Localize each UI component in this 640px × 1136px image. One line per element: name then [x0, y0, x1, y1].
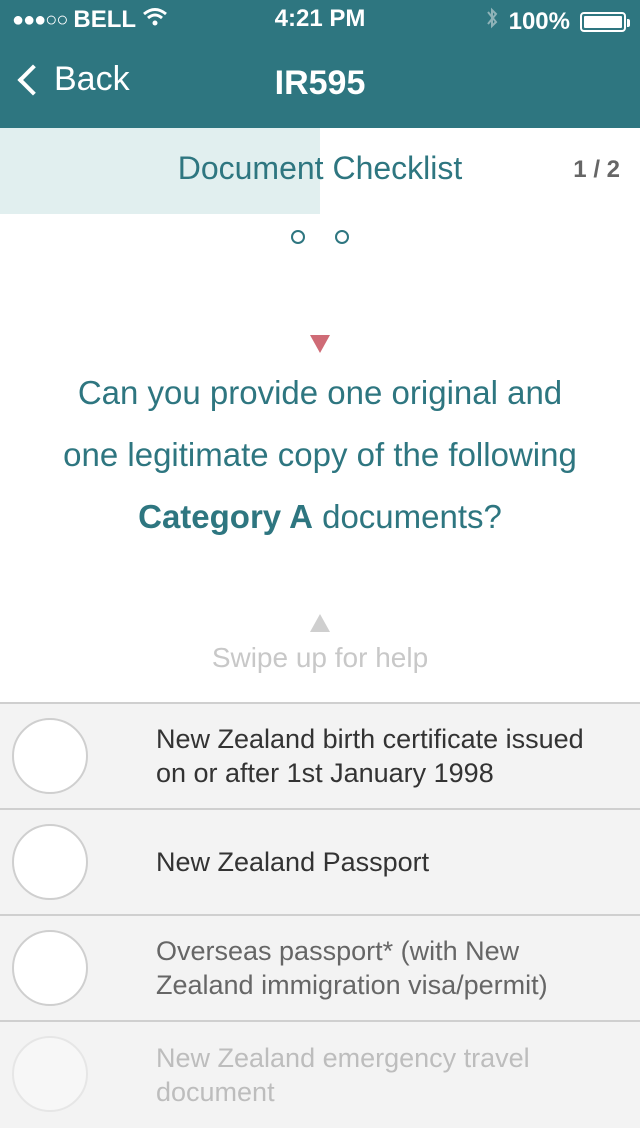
section-title: Document Checklist: [177, 150, 463, 186]
question-line-1: Can you provide one original and: [77, 374, 563, 411]
nav-bar: Back IR595: [0, 40, 640, 128]
item-label: New Zealand Passport: [156, 847, 430, 877]
question-text: Can you provide one original and one leg…: [40, 362, 600, 548]
checkbox-circle[interactable]: [12, 1036, 88, 1112]
page-dots: [0, 230, 640, 244]
down-triangle-icon: [310, 335, 330, 353]
page-dot[interactable]: [335, 230, 349, 244]
status-right: 100%: [485, 6, 630, 37]
checkbox-circle[interactable]: [12, 930, 88, 1006]
page-indicator: 1 / 2: [573, 156, 620, 183]
document-list: New Zealand birth certificate issued on …: [0, 702, 640, 1128]
battery-percent: 100%: [508, 7, 570, 35]
checkbox-circle[interactable]: [12, 718, 88, 794]
list-item[interactable]: Overseas passport* (with New Zealand imm…: [0, 916, 640, 1022]
battery-icon: [580, 11, 630, 32]
up-triangle-icon: [310, 614, 330, 632]
checklist-header: Document Checklist 1 / 2: [0, 128, 640, 214]
bluetooth-icon: [485, 6, 499, 37]
list-item[interactable]: New Zealand birth certificate issued on …: [0, 704, 640, 810]
question-line-3-rest: documents?: [312, 498, 502, 535]
top-bar: ●●●○○ BELL 4:21 PM 100% Back IR595: [0, 0, 640, 128]
status-bar: ●●●○○ BELL 4:21 PM 100%: [0, 0, 640, 40]
item-label: New Zealand emergency travel document: [156, 1043, 530, 1107]
question-emphasis: Category A: [138, 498, 313, 535]
list-item[interactable]: New Zealand Passport: [0, 810, 640, 916]
item-label: Overseas passport* (with New Zealand imm…: [156, 936, 548, 1000]
question-line-2: one legitimate copy of the following: [63, 436, 577, 473]
swipe-help[interactable]: Swipe up for help: [0, 614, 640, 674]
page-dot[interactable]: [291, 230, 305, 244]
item-label: New Zealand birth certificate issued on …: [156, 724, 584, 788]
question-line-3: Category A documents?: [40, 486, 600, 548]
list-item[interactable]: New Zealand emergency travel document: [0, 1022, 640, 1128]
checkbox-circle[interactable]: [12, 824, 88, 900]
page-title: IR595: [274, 64, 366, 102]
help-label: Swipe up for help: [211, 642, 429, 673]
